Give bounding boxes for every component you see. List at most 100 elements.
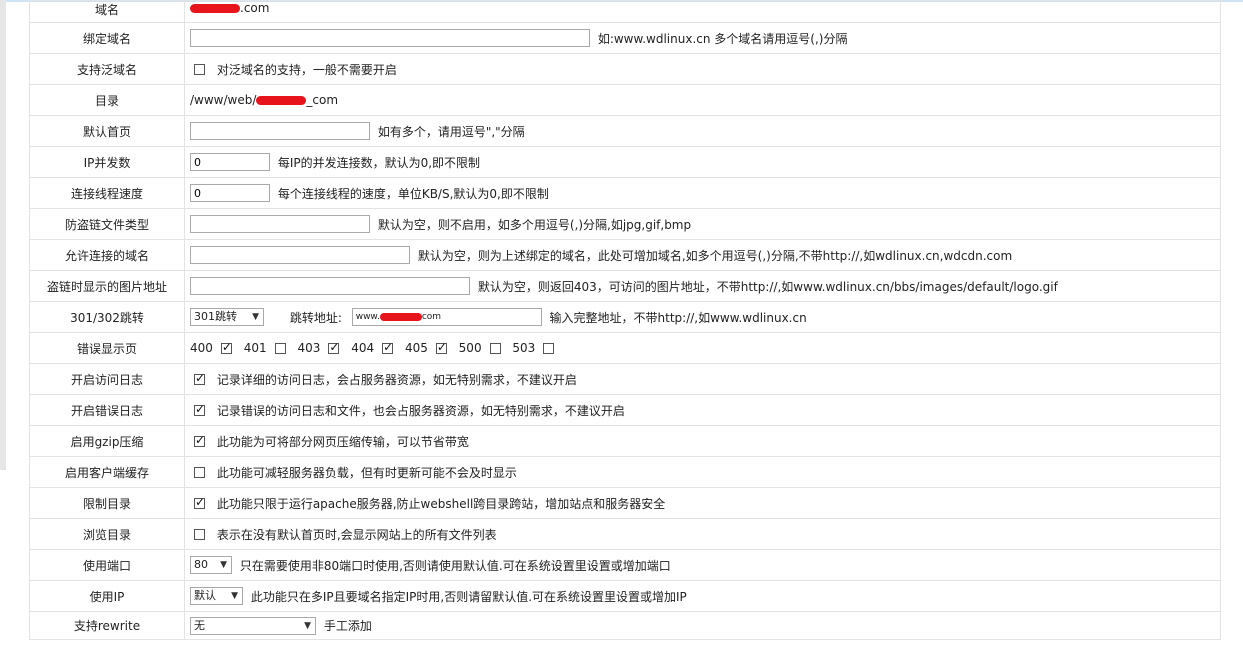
gzip-text: 此功能为可将部分网页压缩传输，可以节省带宽 (216, 434, 469, 449)
row-default-index: 默认首页 如有多个，请用逗号","分隔 (29, 115, 1221, 147)
hotlink-types-hint: 默认为空，则不启用，如多个用逗号(,)分隔,如jpg,gif,bmp (377, 217, 692, 232)
error-405-checkbox[interactable] (435, 340, 447, 354)
label-browse-dir: 浏览目录 (29, 518, 185, 550)
row-thread-speed: 连接线程速度 每个连接线程的速度，单位KB/S,默认为0,即不限制 (29, 177, 1221, 209)
row-rewrite: 支持rewrite 无 ▼ 手工添加 (29, 611, 1221, 640)
hotlink-image-input[interactable] (190, 277, 470, 295)
label-hotlink-image: 盗链时显示的图片地址 (29, 270, 185, 302)
row-error-pages: 错误显示页 400 401 403 404 405 500 503 (29, 332, 1221, 364)
redirect-type-select[interactable]: 301跳转 ▼ (190, 308, 264, 326)
error-500-checkbox[interactable] (489, 342, 501, 354)
port-select[interactable]: 80 ▼ (190, 556, 232, 574)
row-gzip: 启用gzip压缩 此功能为可将部分网页压缩传输，可以节省带宽 (29, 425, 1221, 457)
client-cache-checkbox[interactable] (194, 466, 205, 478)
scrollbar-track[interactable] (0, 0, 6, 470)
hotlink-types-input[interactable] (190, 215, 370, 233)
label-restrict-dir: 限制目录 (29, 487, 185, 519)
default-index-hint: 如有多个，请用逗号","分隔 (377, 124, 525, 139)
directory-suffix: _com (306, 93, 339, 107)
error-pages-list: 400 401 403 404 405 500 503 (184, 332, 1221, 364)
ip-concurrency-hint: 每IP的并发连接数，默认为0,即不限制 (277, 155, 481, 170)
label-domain: 域名 (29, 0, 185, 23)
bind-domain-input[interactable] (190, 29, 590, 47)
error-log-checkbox[interactable] (194, 402, 205, 416)
redirect-hint: 输入完整地址，不带http://,如www.wdlinux.cn (549, 310, 807, 325)
wildcard-checkbox[interactable] (194, 63, 205, 75)
row-directory: 目录 /www/web/ _com (29, 84, 1221, 116)
label-access-log: 开启访问日志 (29, 363, 185, 395)
rewrite-select[interactable]: 无 ▼ (190, 616, 316, 635)
label-wildcard: 支持泛域名 (29, 53, 185, 85)
error-403-checkbox[interactable] (328, 340, 339, 354)
error-401-checkbox[interactable] (274, 342, 286, 354)
row-client-cache: 启用客户端缓存 此功能可减轻服务器负载，但有时更新可能不会及时显示 (29, 456, 1221, 488)
label-allowed-domains: 允许连接的域名 (29, 239, 185, 271)
port-hint: 只在需要使用非80端口时使用,否则请使用默认值.可在系统设置里设置或增加端口 (239, 558, 671, 573)
row-bind-domain: 绑定域名 如:www.wdlinux.cn 多个域名请用逗号(,)分隔 (29, 22, 1221, 54)
redacted-domain (190, 4, 240, 13)
row-ip: 使用IP 默认 ▼ 此功能只在多IP且要域名指定IP时用,否则请留默认值.可在系统… (29, 580, 1221, 612)
label-port: 使用端口 (29, 549, 185, 581)
browse-dir-checkbox[interactable] (194, 528, 205, 540)
ip-hint: 此功能只在多IP且要域名指定IP时用,否则请留默认值.可在系统设置里设置或增加I… (250, 589, 687, 604)
redirect-address-label: 跳转地址: (289, 310, 342, 325)
row-error-log: 开启错误日志 记录错误的访问日志和文件，也会占服务器资源，如无特别需求，不建议开… (29, 394, 1221, 426)
redirect-address-input[interactable]: www. com (351, 308, 542, 326)
gzip-checkbox[interactable] (194, 433, 205, 447)
label-hotlink-types: 防盗链文件类型 (29, 208, 185, 240)
label-ip-concurrency: IP并发数 (29, 146, 185, 178)
row-access-log: 开启访问日志 记录详细的访问日志，会占服务器资源，如无特别需求，不建议开启 (29, 363, 1221, 395)
restrict-dir-text: 此功能只限于运行apache服务器,防止webshell跨目录跨站，增加站点和服… (216, 496, 666, 511)
chevron-down-icon: ▼ (304, 620, 311, 631)
row-redirect: 301/302跳转 301跳转 ▼ 跳转地址: www. com 输入完整地址，不带… (29, 301, 1221, 333)
bind-domain-hint: 如:www.wdlinux.cn 多个域名请用逗号(,)分隔 (597, 31, 848, 46)
error-log-text: 记录错误的访问日志和文件，也会占服务器资源，如无特别需求，不建议开启 (216, 403, 625, 418)
restrict-dir-checkbox[interactable] (194, 495, 205, 509)
allowed-domains-hint: 默认为空，则为上述绑定的域名，此处可增加域名,如多个用逗号(,)分隔,不带htt… (417, 248, 1013, 263)
site-settings-form: 域名 .com 绑定域名 如:www.wdlinux.cn 多个域名请用逗号(,… (29, 0, 1221, 640)
thread-speed-hint: 每个连接线程的速度，单位KB/S,默认为0,即不限制 (277, 186, 549, 201)
error-400-checkbox[interactable] (220, 340, 232, 354)
ip-select[interactable]: 默认 ▼ (190, 587, 243, 605)
row-restrict-dir: 限制目录 此功能只限于运行apache服务器,防止webshell跨目录跨站，增… (29, 487, 1221, 519)
redacted-directory (256, 96, 307, 105)
label-default-index: 默认首页 (29, 115, 185, 147)
row-allowed-domains: 允许连接的域名 默认为空，则为上述绑定的域名，此处可增加域名,如多个用逗号(,)… (29, 239, 1221, 271)
label-gzip: 启用gzip压缩 (29, 425, 185, 457)
label-redirect: 301/302跳转 (29, 301, 185, 333)
rewrite-hint: 手工添加 (323, 619, 372, 633)
error-503-checkbox[interactable] (543, 342, 555, 354)
wildcard-text: 对泛域名的支持，一般不需要开启 (216, 62, 397, 77)
access-log-checkbox[interactable] (194, 371, 205, 385)
ip-concurrency-input[interactable] (190, 153, 270, 171)
redacted-redirect (379, 312, 422, 321)
label-ip: 使用IP (29, 580, 185, 612)
label-directory: 目录 (29, 84, 185, 116)
row-hotlink-types: 防盗链文件类型 默认为空，则不启用，如多个用逗号(,)分隔,如jpg,gif,b… (29, 208, 1221, 240)
access-log-text: 记录详细的访问日志，会占服务器资源，如无特别需求，不建议开启 (216, 372, 577, 387)
label-client-cache: 启用客户端缓存 (29, 456, 185, 488)
domain-suffix: .com (240, 1, 270, 15)
label-thread-speed: 连接线程速度 (29, 177, 185, 209)
label-error-pages: 错误显示页 (29, 332, 185, 364)
browse-dir-text: 表示在没有默认首页时,会显示网站上的所有文件列表 (216, 527, 497, 542)
row-domain: 域名 .com (29, 0, 1221, 23)
chevron-down-icon: ▼ (231, 591, 238, 601)
hotlink-image-hint: 默认为空，则返回403，可访问的图片地址，不带http://,如www.wdli… (477, 279, 1058, 294)
row-hotlink-image: 盗链时显示的图片地址 默认为空，则返回403，可访问的图片地址，不带http:/… (29, 270, 1221, 302)
directory-prefix: /www/web/ (190, 93, 257, 107)
thread-speed-input[interactable] (190, 184, 270, 202)
label-bind-domain: 绑定域名 (29, 22, 185, 54)
chevron-down-icon: ▼ (220, 560, 227, 570)
error-404-checkbox[interactable] (382, 340, 393, 354)
chevron-down-icon: ▼ (252, 312, 259, 322)
row-wildcard: 支持泛域名 对泛域名的支持，一般不需要开启 (29, 53, 1221, 85)
row-ip-concurrency: IP并发数 每IP的并发连接数，默认为0,即不限制 (29, 146, 1221, 178)
row-browse-dir: 浏览目录 表示在没有默认首页时,会显示网站上的所有文件列表 (29, 518, 1221, 550)
allowed-domains-input[interactable] (190, 246, 410, 264)
default-index-input[interactable] (190, 122, 370, 140)
client-cache-text: 此功能可减轻服务器负载，但有时更新可能不会及时显示 (216, 465, 517, 480)
row-port: 使用端口 80 ▼ 只在需要使用非80端口时使用,否则请使用默认值.可在系统设置里… (29, 549, 1221, 581)
label-rewrite: 支持rewrite (29, 611, 185, 640)
label-error-log: 开启错误日志 (29, 394, 185, 426)
